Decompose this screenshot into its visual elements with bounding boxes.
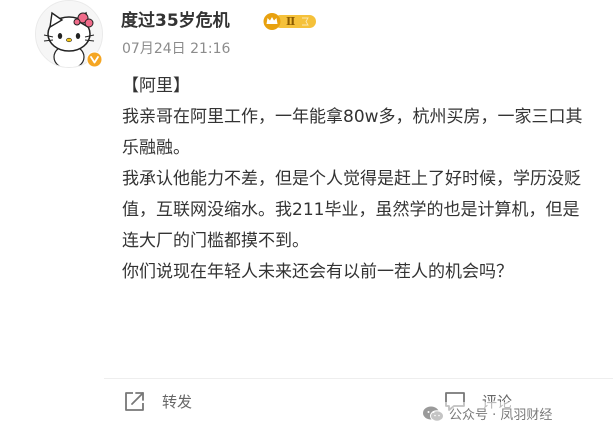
vip-badge[interactable]: Ⅱ [262,13,318,30]
vip-level: Ⅱ [286,15,296,28]
watermark: 公众号 · 凤羽财经 [418,402,557,425]
username[interactable]: 度过35岁危机 [121,11,230,31]
post-content: 【阿里】 我亲哥在阿里工作，一年能拿80w多，杭州买房，一家三口其乐融融。 我承… [122,71,592,288]
repost-button[interactable]: 转发 [122,388,192,414]
content-line: 我承认他能力不差，但是个人觉得是赶上了好时候，学历没贬值，互联网没缩水。我211… [122,169,581,251]
avatar-container[interactable] [35,0,105,70]
repost-label: 转发 [162,392,193,411]
repost-icon [125,392,144,411]
content-line: 【阿里】 [122,76,190,96]
wechat-icon [423,406,444,422]
post-timestamp[interactable]: 07月24日 21:16 [122,40,230,58]
watermark-text: 公众号 · 凤羽财经 [449,408,553,423]
verified-badge-icon [86,51,103,68]
action-divider [104,378,613,379]
content-line: 你们说现在年轻人未来还会有以前一茬人的机会吗？ [122,262,513,282]
weibo-post: 度过35岁危机 Ⅱ 07月24日 21:16 【阿里】 我亲哥在阿里工作，一年能… [0,0,613,439]
content-line: 我亲哥在阿里工作，一年能拿80w多，杭州买房，一家三口其乐融融。 [122,107,583,158]
